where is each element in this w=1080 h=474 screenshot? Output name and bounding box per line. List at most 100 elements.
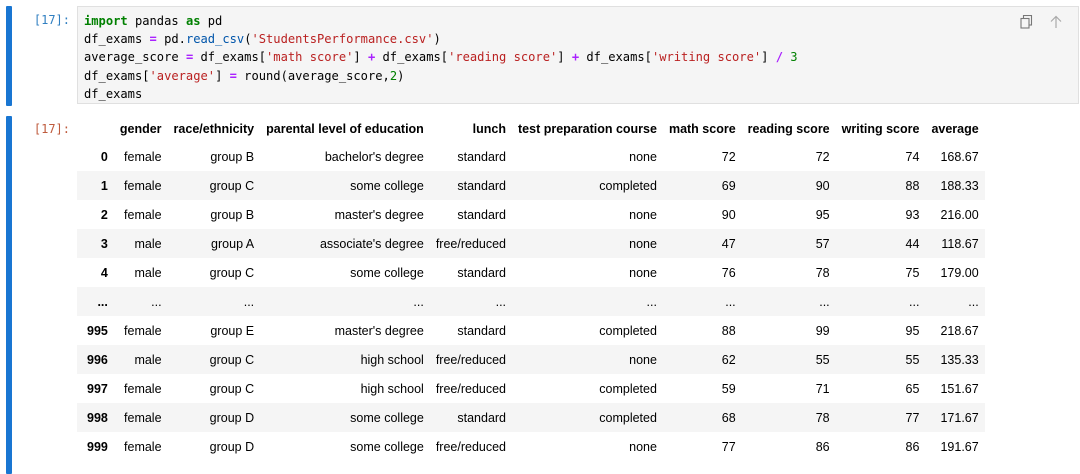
table-cell: 75 bbox=[905, 265, 920, 280]
code-token: df_exams[ bbox=[193, 50, 267, 65]
code-token: ) bbox=[433, 32, 441, 47]
code-token: df_exams[ bbox=[375, 50, 449, 65]
table-cell: standard bbox=[457, 207, 507, 222]
table-cell: 55 bbox=[905, 352, 920, 367]
table-cell: ... bbox=[646, 294, 657, 309]
row-index: 998 bbox=[87, 410, 108, 425]
table-cell: ... bbox=[819, 294, 830, 309]
column-header: gender bbox=[119, 122, 162, 136]
table-cell: female bbox=[124, 323, 162, 338]
code-line: df_exams['average'] = round(average_scor… bbox=[84, 69, 404, 83]
table-cell: free/reduced bbox=[435, 439, 507, 454]
row-index: 2 bbox=[100, 207, 108, 222]
row-index: ... bbox=[97, 294, 108, 309]
dataframe-table: gender race/ethnicity parental level of ed… bbox=[77, 116, 985, 461]
code-line: df_exams = pd.read_csv('StudentsPerforma… bbox=[84, 32, 441, 46]
output-cell: [17]: gender race/ethnicity parental level… bbox=[0, 116, 1080, 474]
table-cell: some college bbox=[350, 410, 424, 425]
code-token: df_exams bbox=[84, 86, 143, 101]
column-header: race/ethnicity bbox=[173, 122, 255, 136]
table-row: 1 female group C some college standard comple… bbox=[77, 171, 985, 200]
table-cell: some college bbox=[350, 178, 424, 193]
table-cell: 69 bbox=[721, 178, 736, 193]
table-cell: 62 bbox=[721, 352, 736, 367]
table-cell: 93 bbox=[905, 207, 920, 222]
table-cell: group D bbox=[209, 439, 255, 454]
table-cell: 74 bbox=[905, 149, 920, 164]
table-cell: 68 bbox=[721, 410, 736, 425]
table-cell: male bbox=[134, 352, 162, 367]
column-header: test preparation course bbox=[518, 122, 657, 136]
row-index: 995 bbox=[87, 323, 108, 338]
row-index: 996 bbox=[87, 352, 108, 367]
code-text[interactable]: import pandas as pd df_exams = pd.read_c… bbox=[84, 12, 798, 103]
code-token: round(average_score, bbox=[236, 68, 390, 83]
table-cell: 78 bbox=[815, 410, 830, 425]
table-cell: ... bbox=[413, 294, 424, 309]
table-row: 4 male group C some college standard none 76 78… bbox=[77, 258, 985, 287]
code-token: as bbox=[185, 14, 201, 28]
move-up-icon[interactable] bbox=[1048, 14, 1064, 30]
table-cell: female bbox=[124, 149, 162, 164]
table-cell: completed bbox=[599, 178, 657, 193]
table-cell: 78 bbox=[815, 265, 830, 280]
code-token: ) bbox=[397, 68, 405, 83]
table-cell: group D bbox=[209, 410, 255, 425]
table-row: 2 female group B master's degree standard non… bbox=[77, 200, 985, 229]
table-cell: 216.00 bbox=[940, 207, 979, 222]
column-header: lunch bbox=[472, 122, 507, 136]
table-cell: female bbox=[124, 207, 162, 222]
table-cell: female bbox=[124, 381, 162, 396]
row-index: 997 bbox=[87, 381, 108, 396]
table-cell: none bbox=[629, 439, 657, 454]
table-cell: female bbox=[124, 410, 162, 425]
code-line: average_score = df_exams['math score'] +… bbox=[84, 50, 798, 64]
table-row: 998 female group D some college standard comp… bbox=[77, 403, 985, 432]
code-token: = bbox=[229, 68, 237, 83]
code-token: df_exams[ bbox=[84, 68, 150, 83]
table-cell: 90 bbox=[815, 178, 830, 193]
table-cell: ... bbox=[151, 294, 162, 309]
header-row: gender race/ethnicity parental level of ed… bbox=[77, 116, 985, 142]
table-cell: free/reduced bbox=[435, 352, 507, 367]
table-cell: associate's degree bbox=[319, 236, 424, 251]
code-token: df_exams bbox=[84, 32, 150, 47]
table-cell: free/reduced bbox=[435, 381, 507, 396]
table-row: 997 female group C high school free/reduced c… bbox=[77, 374, 985, 403]
table-cell: 171.67 bbox=[940, 410, 979, 425]
table-cell: 86 bbox=[815, 439, 830, 454]
row-index: 999 bbox=[87, 439, 108, 454]
table-cell: group C bbox=[209, 381, 255, 396]
input-cell[interactable]: [17]: import pandas as pd df_exams = pd.… bbox=[0, 6, 1080, 106]
code-token: ] bbox=[353, 50, 368, 65]
table-cell: standard bbox=[457, 149, 507, 164]
table-cell: standard bbox=[457, 178, 507, 193]
table-cell: 72 bbox=[815, 149, 830, 164]
table-row: 995 female group E master's degree standard c… bbox=[77, 316, 985, 345]
table-cell: standard bbox=[457, 323, 507, 338]
table-cell: group C bbox=[209, 265, 255, 280]
column-header: reading score bbox=[747, 122, 830, 136]
table-cell: some college bbox=[350, 439, 424, 454]
table-cell: standard bbox=[457, 265, 507, 280]
table-cell: master's degree bbox=[334, 323, 424, 338]
table-cell: ... bbox=[968, 294, 979, 309]
code-editor[interactable]: import pandas as pd df_exams = pd.read_c… bbox=[77, 6, 1079, 104]
active-cell-indicator bbox=[6, 6, 12, 106]
table-cell: group B bbox=[210, 207, 255, 222]
table-cell: male bbox=[134, 265, 162, 280]
table-cell: bachelor's degree bbox=[324, 149, 424, 164]
table-cell: 65 bbox=[905, 381, 920, 396]
table-cell: female bbox=[124, 439, 162, 454]
table-cell: 88 bbox=[905, 178, 920, 193]
cell-toolbar bbox=[1018, 14, 1064, 30]
code-token: / bbox=[775, 50, 783, 65]
table-cell: some college bbox=[350, 265, 424, 280]
column-header: average bbox=[931, 122, 979, 136]
copy-icon[interactable] bbox=[1018, 14, 1034, 30]
table-cell: 57 bbox=[815, 236, 830, 251]
code-line: import pandas as pd bbox=[84, 14, 222, 28]
code-token: 'average' bbox=[149, 68, 216, 83]
table-cell: 88 bbox=[721, 323, 736, 338]
column-header: math score bbox=[668, 122, 736, 136]
